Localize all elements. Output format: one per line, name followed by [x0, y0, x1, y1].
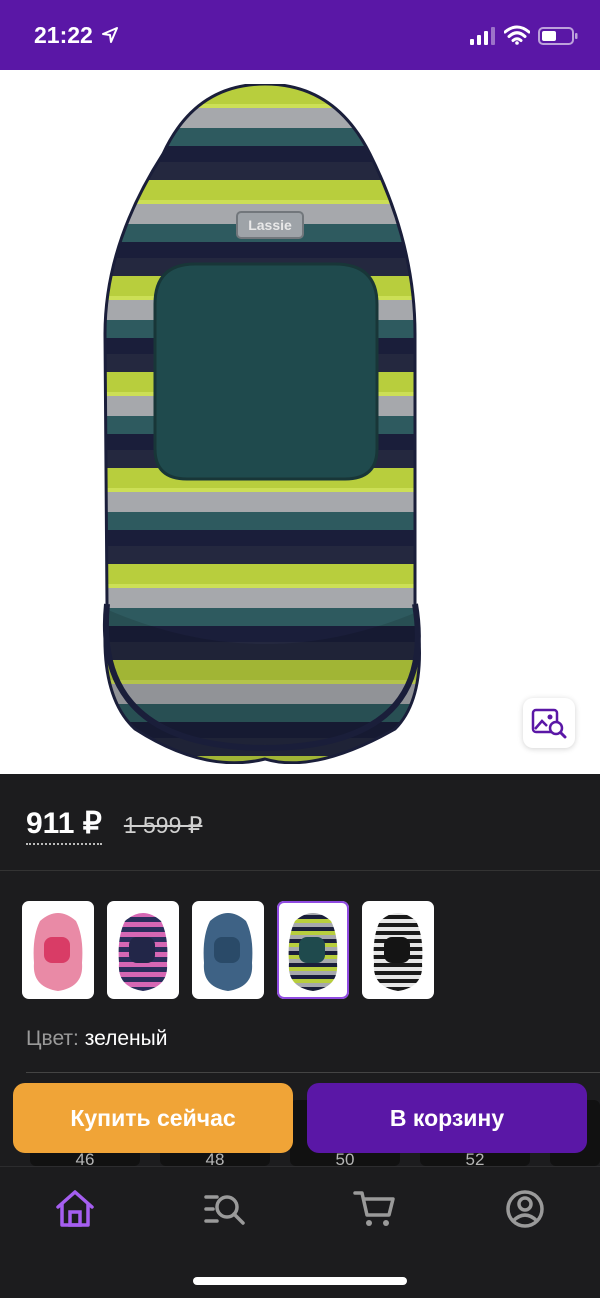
color-swatches — [22, 901, 447, 999]
swatch-green-navy-stripes[interactable] — [277, 901, 349, 999]
share-icon[interactable] — [540, 94, 580, 138]
location-arrow-icon — [102, 27, 118, 43]
swatch-blue[interactable] — [192, 901, 264, 999]
brand-label: Lassie — [248, 217, 292, 233]
favorite-heart-icon[interactable] — [458, 98, 502, 138]
balaclava-photo: Lassie — [102, 84, 421, 764]
home-icon[interactable] — [53, 1187, 97, 1231]
color-label: Цвет: — [26, 1027, 79, 1050]
battery-icon — [538, 27, 578, 45]
wifi-icon — [504, 25, 530, 45]
visual-search-button[interactable] — [523, 698, 575, 748]
price-block: 911 ₽ 1 599 ₽ — [26, 806, 202, 845]
pink-balaclava-thumbnail — [33, 913, 83, 991]
swatch-pink-navy-stripes[interactable] — [107, 901, 179, 999]
profile-icon[interactable] — [503, 1187, 547, 1231]
striped-green-balaclava-thumbnail — [288, 913, 338, 991]
swatch-pink[interactable] — [22, 901, 94, 999]
image-search-icon — [531, 708, 567, 739]
divider — [26, 1072, 600, 1073]
swatch-black-white-stripes[interactable] — [362, 901, 434, 999]
striped-pink-balaclava-thumbnail — [118, 913, 168, 991]
divider — [0, 870, 600, 871]
home-indicator — [193, 1277, 407, 1285]
buy-now-button[interactable]: Купить сейчас — [13, 1083, 293, 1153]
status-time: 21:22 — [34, 22, 93, 48]
color-line: Цвет: зеленый — [26, 1027, 167, 1051]
color-value: зеленый — [84, 1027, 168, 1050]
add-to-cart-button[interactable]: В корзину — [307, 1083, 587, 1153]
status-bar: 21:22 — [0, 0, 600, 70]
back-chevron-icon[interactable] — [22, 96, 58, 140]
striped-black-balaclava-thumbnail — [373, 913, 423, 991]
blue-balaclava-thumbnail — [203, 913, 253, 991]
catalog-search-icon[interactable] — [203, 1187, 247, 1231]
price-current[interactable]: 911 ₽ — [26, 806, 102, 845]
price-old: 1 599 ₽ — [123, 812, 203, 838]
product-image[interactable]: Lassie — [0, 70, 600, 774]
cart-icon[interactable] — [353, 1187, 397, 1231]
cellular-signal-icon — [470, 27, 495, 45]
